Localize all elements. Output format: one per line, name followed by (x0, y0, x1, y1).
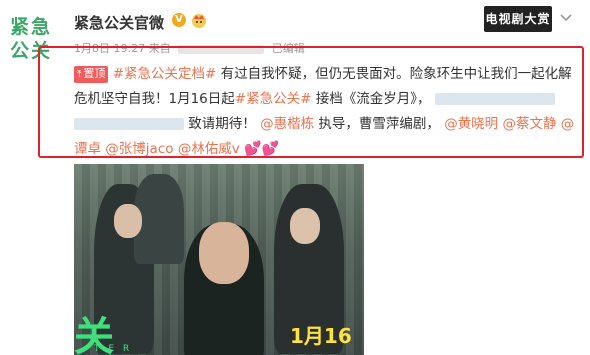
crown-icon (192, 14, 206, 28)
post-text: 执导，曹雪萍编剧， (314, 116, 440, 132)
blurred-text (74, 118, 184, 130)
account-name[interactable]: 紧急公关官微 (74, 12, 164, 33)
poster-face (114, 204, 142, 238)
mention-link[interactable]: @黄晓明 (444, 116, 498, 132)
hashtag-link[interactable]: #紧急公关定档# (113, 66, 217, 82)
mention-link[interactable]: @林佑威v (178, 141, 240, 157)
mention-link[interactable]: @张博jaco (105, 141, 173, 157)
mention-link[interactable]: @蔡文静 (502, 116, 556, 132)
chevron-down-icon[interactable] (558, 9, 574, 25)
poster-date: 1月16 (290, 324, 352, 348)
poster-image[interactable]: 关 T E R 1月16 (74, 164, 364, 355)
post-text: 接档《流金岁月》， (311, 91, 431, 107)
blurred-text (434, 93, 555, 105)
poster-face (199, 222, 249, 284)
post-text: 致请期待！ (188, 116, 256, 132)
avatar-text-line1: 紧急 (10, 16, 53, 38)
post-body: ⤒ 置顶 #紧急公关定档# 有过自我怀疑，但仍无畏面对。险象环生中让我们一起化解危… (74, 62, 578, 162)
watermark-logo: 电视剧大赏 (484, 6, 552, 32)
pin-label: 置顶 (83, 67, 106, 80)
hearts-icon: 💕💕 (244, 141, 279, 157)
pin-badge: ⤒ 置顶 (74, 66, 109, 83)
verified-badge-icon: V (172, 13, 186, 27)
mention-link[interactable]: @惠楷栋 (260, 116, 314, 132)
hashtag-link[interactable]: #紧急公关# (235, 91, 312, 107)
pin-icon: ⤒ (77, 69, 82, 80)
poster-face (290, 208, 320, 244)
poster-subtitle: T E R (94, 344, 133, 354)
